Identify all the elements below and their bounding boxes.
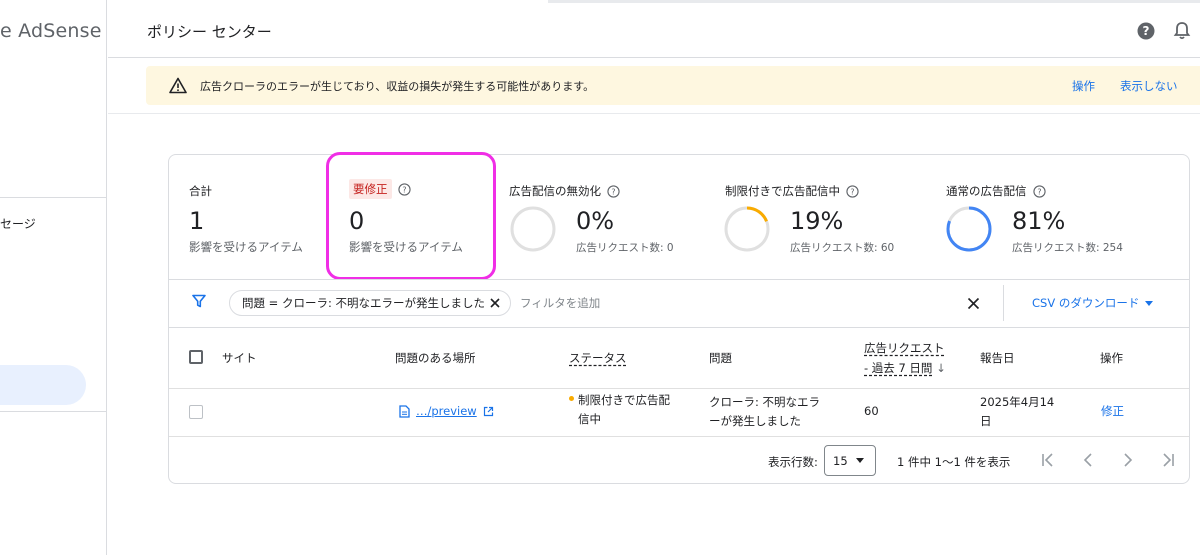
filter-chip[interactable]: 問題 = クローラ: 不明なエラーが発生しました [229,290,511,316]
svg-text:?: ? [402,185,406,194]
stat-limited-label: 制限付きで広告配信中 ? [725,183,859,199]
help-circle-icon[interactable]: ? [1137,22,1155,40]
rows-per-page-select[interactable]: 15 [824,445,876,476]
help-outline-icon[interactable]: ? [846,184,859,198]
select-all-checkbox[interactable] [189,350,203,364]
svg-text:?: ? [611,187,615,196]
column-header-site[interactable]: サイト [222,350,257,366]
stat-disabled-value: 0% [576,207,615,235]
card-divider [169,279,1189,280]
column-header-status[interactable]: ステータス [569,350,627,366]
donut-track [510,206,556,252]
status-dot [569,396,574,401]
stat-normal-label: 通常の広告配信 ? [946,183,1046,199]
row-date: 2025年4月14 日 [980,395,1055,428]
sidebar-divider [0,411,107,412]
stat-normal-value: 81% [1012,207,1066,235]
row-status: 制限付きで広告配 信中 [569,391,670,429]
chevron-down-icon [1145,300,1154,306]
policy-issues-card: 合計 1 影響を受けるアイテム 要修正 ? 0 影響を受けるアイテム 広告配信の… [168,152,1190,484]
column-header-issue[interactable]: 問題 [709,350,732,366]
stat-disabled-label: 広告配信の無効化 ? [509,183,620,199]
sidebar-item-active[interactable] [0,365,86,405]
row-issue: クローラ: 不明なエラ ーが発生しました [709,395,821,428]
header: ポリシー センター ? [108,0,1200,58]
row-checkbox[interactable] [189,405,203,419]
document-icon [399,405,410,418]
sidebar: e AdSense セージ [0,0,107,555]
normal-donut [946,206,992,252]
banner-dismiss-link[interactable]: 表示しない [1120,78,1178,94]
column-header-location[interactable]: 問題のある場所 [395,350,476,366]
sidebar-divider [0,197,107,198]
prev-page-icon[interactable] [1079,451,1097,469]
column-header-requests[interactable]: 広告リクエスト [864,340,945,356]
stat-needs-fix-label[interactable]: 要修正 ? [349,179,411,199]
svg-text:?: ? [850,187,854,196]
last-page-icon[interactable] [1159,451,1177,469]
next-page-icon[interactable] [1119,451,1137,469]
csv-download-label: CSV のダウンロード [1032,296,1140,310]
card-divider [169,327,1189,328]
banner-action-link[interactable]: 操作 [1072,78,1095,94]
limited-donut [724,206,770,252]
stat-total-value: 1 [189,207,205,235]
sidebar-item-messages[interactable]: セージ [0,215,36,232]
pagination-range: 1 件中 1〜1 件を表示 [897,455,1011,469]
chevron-down-icon [855,458,864,463]
clear-filters-icon[interactable] [967,297,980,310]
column-header-date[interactable]: 報告日 [980,350,1015,366]
help-outline-icon[interactable]: ? [1032,184,1046,198]
first-page-icon[interactable] [1039,451,1057,469]
stat-total-sub: 影響を受けるアイテム [189,240,303,254]
filter-icon[interactable] [192,294,206,308]
stat-needs-fix-sub: 影響を受けるアイテム [349,240,463,254]
disabled-donut [510,206,556,252]
close-icon[interactable] [489,297,501,309]
column-header-requests-period[interactable]: - 過去 7 日間 ↓ [864,360,946,376]
stat-normal-sub: 広告リクエスト数: 254 [1012,242,1123,254]
add-filter-input[interactable]: フィルタを追加 [520,295,600,311]
bell-icon[interactable] [1173,21,1191,41]
warning-banner: 広告クローラのエラーが生じており、収益の損失が発生する可能性があります。 操作 … [146,66,1200,105]
column-header-action: 操作 [1100,351,1123,365]
rows-per-page-value: 15 [833,453,848,468]
stat-total-label: 合計 [189,184,212,198]
stat-limited-value: 19% [790,207,844,235]
banner-message: 広告クローラのエラーが生じており、収益の損失が発生する可能性があります。 [200,80,595,93]
content-divider [108,113,1200,114]
svg-text:?: ? [1143,24,1150,38]
page-title: ポリシー センター [147,23,272,41]
svg-text:?: ? [1037,187,1041,196]
open-in-new-icon[interactable] [483,406,494,417]
fix-button[interactable]: 修正 [1101,402,1124,421]
help-outline-icon[interactable]: ? [397,182,411,196]
help-outline-icon[interactable]: ? [607,184,620,198]
warning-icon [169,77,187,94]
stat-disabled-sub: 広告リクエスト数: 0 [576,242,674,254]
app-logo[interactable]: e AdSense [0,20,102,42]
row-divider [169,436,1189,437]
stat-needs-fix-value: 0 [349,207,365,235]
filter-chip-label: 問題 = クローラ: 不明なエラーが発生しました [242,296,485,310]
rows-per-page-label: 表示行数: [768,455,818,469]
row-divider [169,388,1189,389]
row-location: …/preview [399,402,494,421]
row-requests: 60 [864,404,879,418]
stat-limited-sub: 広告リクエスト数: 60 [790,242,895,254]
vertical-separator [1003,285,1004,321]
location-link[interactable]: …/preview [416,402,477,421]
csv-download-button[interactable]: CSV のダウンロード [1032,295,1154,311]
sort-arrow-icon: ↓ [936,361,946,375]
